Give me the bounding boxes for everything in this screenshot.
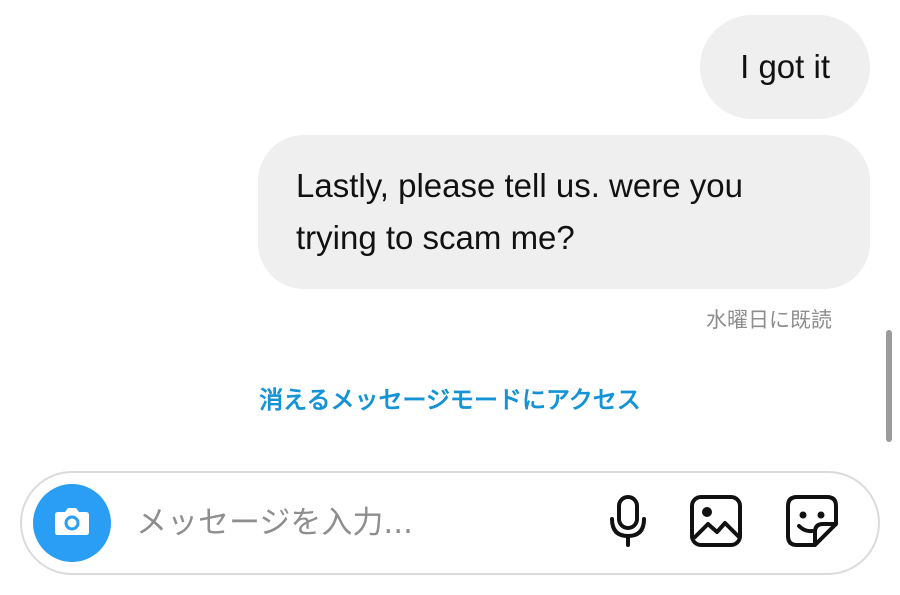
voice-message-button[interactable] [600, 494, 656, 553]
message-text: I got it [740, 48, 830, 85]
microphone-icon [608, 494, 648, 553]
message-bubble[interactable]: Lastly, please tell us. were you trying … [258, 135, 870, 289]
vanish-mode-link[interactable]: 消えるメッセージモードにアクセス [0, 380, 900, 415]
message-composer [20, 471, 880, 575]
chat-screen: I got it Lastly, please tell us. were yo… [0, 0, 900, 595]
message-input[interactable] [136, 499, 576, 547]
scrollbar[interactable] [886, 330, 892, 442]
message-bubble[interactable]: I got it [700, 15, 870, 119]
camera-icon [53, 505, 91, 542]
sticker-icon [785, 494, 839, 553]
camera-button[interactable] [33, 484, 111, 562]
message-text: Lastly, please tell us. were you trying … [296, 167, 743, 256]
image-icon [689, 494, 743, 553]
gallery-button[interactable] [688, 494, 744, 553]
read-receipt: 水曜日に既読 [706, 308, 832, 332]
sticker-button[interactable] [784, 494, 840, 553]
